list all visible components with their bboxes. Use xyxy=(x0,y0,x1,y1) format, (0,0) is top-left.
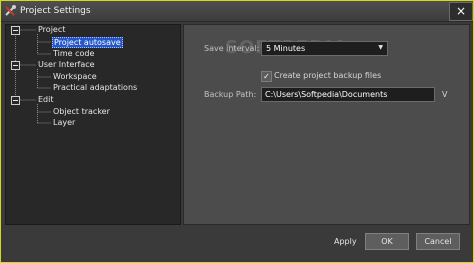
tree-node-layer[interactable]: Layer xyxy=(53,118,75,128)
title-bar[interactable]: Project Settings × xyxy=(1,1,473,22)
settings-tree[interactable]: Project Project autosave Time code User … xyxy=(5,24,181,225)
chevron-down-icon: ▼ xyxy=(378,44,383,51)
checkmark-icon: ✓ xyxy=(263,72,270,81)
backup-checkbox-label[interactable]: Create project backup files xyxy=(274,71,381,80)
tree-node-user-interface[interactable]: User Interface xyxy=(38,60,95,70)
save-interval-value: 5 Minutes xyxy=(266,44,306,53)
tree-node-object-tracker[interactable]: Object tracker xyxy=(53,107,110,117)
tree-node-workspace[interactable]: Workspace xyxy=(53,72,97,82)
tree-node-project[interactable]: Project xyxy=(38,25,65,35)
apply-button[interactable]: Apply xyxy=(334,237,357,246)
window-title: Project Settings xyxy=(20,6,91,16)
close-button[interactable]: × xyxy=(449,2,473,21)
tree-node-practical-adaptations[interactable]: Practical adaptations xyxy=(53,83,137,93)
backup-path-value: C:\Users\Softpedia\Documents xyxy=(265,90,388,99)
browse-button[interactable]: V xyxy=(442,90,447,99)
tree-node-time-code[interactable]: Time code xyxy=(53,49,94,59)
project-settings-window: Project Settings × Project Project autos… xyxy=(0,0,474,263)
tools-icon xyxy=(5,5,16,16)
tree-node-project-autosave[interactable]: Project autosave xyxy=(52,37,123,48)
backup-path-input[interactable]: C:\Users\Softpedia\Documents xyxy=(261,87,435,102)
cancel-button[interactable]: Cancel xyxy=(416,233,460,250)
tree-node-edit[interactable]: Edit xyxy=(38,95,54,105)
backup-checkbox[interactable]: ✓ xyxy=(261,71,272,82)
close-icon: × xyxy=(455,4,467,18)
save-interval-dropdown[interactable]: 5 Minutes ▼ xyxy=(261,41,388,56)
backup-path-label: Backup Path: xyxy=(204,90,257,99)
ok-button[interactable]: OK xyxy=(365,233,409,250)
save-interval-label: Save interval: xyxy=(204,44,260,53)
